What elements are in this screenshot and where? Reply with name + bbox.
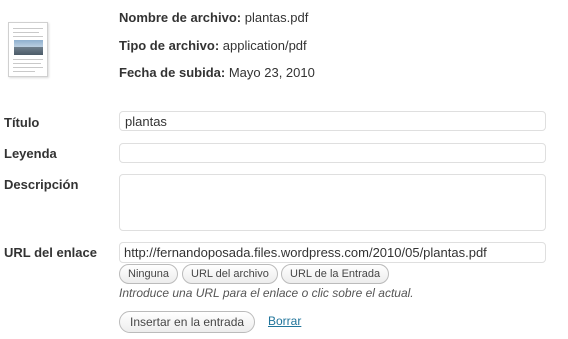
none-url-button[interactable]: Ninguna <box>119 264 178 284</box>
thumbnail-text-line <box>13 67 43 68</box>
upload-date-label: Fecha de subida: <box>119 65 226 80</box>
file-name-value: plantas.pdf <box>244 10 309 25</box>
file-type-label: Tipo de archivo: <box>119 38 220 53</box>
file-type-value: application/pdf <box>222 38 307 53</box>
thumbnail-text-line <box>13 71 35 72</box>
thumbnail-image <box>14 40 43 55</box>
description-label: Descripción <box>4 177 79 192</box>
post-url-button[interactable]: URL de la Entrada <box>281 264 390 284</box>
caption-label: Leyenda <box>4 146 57 161</box>
insert-into-post-button[interactable]: Insertar en la entrada <box>119 311 256 333</box>
upload-date-value: Mayo 23, 2010 <box>228 65 315 80</box>
thumbnail-text-line <box>13 36 43 37</box>
thumbnail-text-line <box>13 63 41 64</box>
delete-link[interactable]: Borrar <box>268 314 301 328</box>
upload-date-row: Fecha de subida: Mayo 23, 2010 <box>119 65 315 80</box>
pdf-thumbnail-icon <box>8 22 48 77</box>
file-name-row: Nombre de archivo: plantas.pdf <box>119 10 308 25</box>
thumbnail-text-line <box>13 28 43 29</box>
caption-input[interactable] <box>119 143 546 163</box>
thumbnail-text-line <box>13 59 43 60</box>
title-label: Título <box>4 115 40 130</box>
file-name-label: Nombre de archivo: <box>119 10 242 25</box>
file-url-button[interactable]: URL del archivo <box>182 264 278 284</box>
thumbnail-text-line <box>13 32 39 33</box>
file-type-row: Tipo de archivo: application/pdf <box>119 38 307 53</box>
link-url-input[interactable] <box>119 242 546 263</box>
link-url-label: URL del enlace <box>4 245 97 260</box>
title-input[interactable] <box>119 111 546 131</box>
link-url-hint: Introduce una URL para el enlace o clic … <box>119 286 414 300</box>
description-textarea[interactable] <box>119 174 546 231</box>
